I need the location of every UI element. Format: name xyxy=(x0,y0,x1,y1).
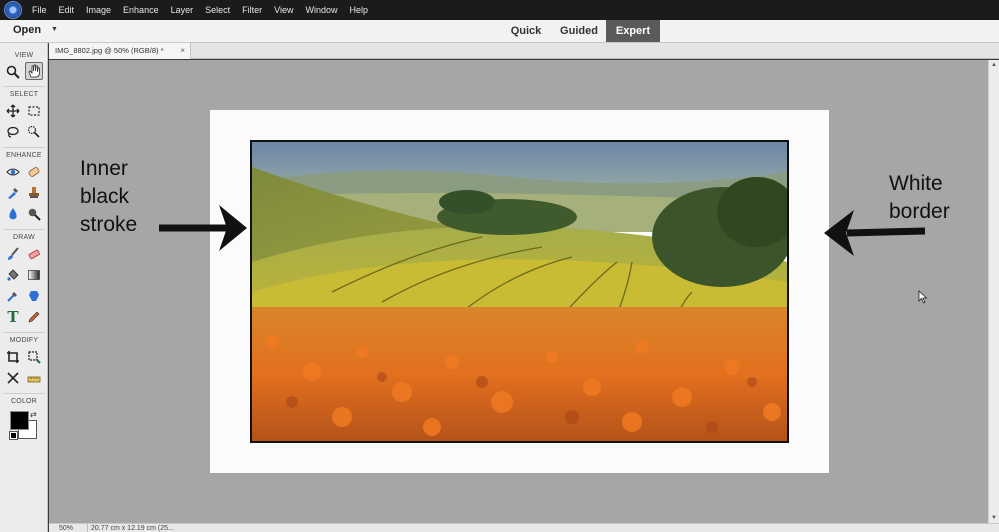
section-select-label: SELECT xyxy=(9,91,39,98)
menu-bar: File Edit Image Enhance Layer Select Fil… xyxy=(0,0,999,20)
crop-tool-icon[interactable] xyxy=(4,348,22,366)
eyedropper-tool-icon[interactable] xyxy=(4,287,22,305)
close-document-icon[interactable]: × xyxy=(180,43,185,59)
open-button[interactable]: Open xyxy=(13,24,41,36)
menu-window[interactable]: Window xyxy=(305,5,337,15)
hand-tool-icon[interactable] xyxy=(25,62,43,80)
pencil-tool-icon[interactable] xyxy=(25,308,43,326)
blur-tool-icon[interactable] xyxy=(4,205,22,223)
section-view-label: VIEW xyxy=(14,52,34,59)
scroll-up-arrow-icon[interactable]: ▲ xyxy=(991,62,997,68)
quick-selection-tool-icon[interactable] xyxy=(25,123,43,141)
section-color-label: COLOR xyxy=(11,398,37,405)
tab-guided[interactable]: Guided xyxy=(553,20,605,42)
divider xyxy=(3,229,45,230)
document-size-info[interactable]: 20.77 cm x 12.19 cm (25... xyxy=(87,524,237,532)
landscape-photo xyxy=(250,140,789,443)
paint-bucket-icon[interactable] xyxy=(4,266,22,284)
tab-expert[interactable]: Expert xyxy=(606,20,660,42)
annotation-line: Inner xyxy=(80,157,128,180)
document-tab-bar: IMG_8802.jpg @ 50% (RGB/8) * × xyxy=(49,43,999,59)
section-draw-label: DRAW xyxy=(13,234,35,241)
annotation-line: black xyxy=(80,185,130,208)
mouse-cursor-icon xyxy=(918,290,928,304)
mode-bar: Open ▼ Quick Guided Expert xyxy=(0,20,999,43)
document-tab[interactable]: IMG_8802.jpg @ 50% (RGB/8) * × xyxy=(49,43,191,59)
divider xyxy=(3,332,45,333)
menu-enhance[interactable]: Enhance xyxy=(123,5,159,15)
default-colors-icon[interactable] xyxy=(9,431,18,440)
menu-filter[interactable]: Filter xyxy=(242,5,262,15)
scroll-down-arrow-icon[interactable]: ▼ xyxy=(991,515,997,521)
annotation-inner-black-stroke: Inner black stroke xyxy=(80,155,137,239)
marquee-tool-icon[interactable] xyxy=(25,102,43,120)
straighten-tool-icon[interactable] xyxy=(25,369,43,387)
menu-file[interactable]: File xyxy=(32,5,47,15)
open-dropdown-caret-icon[interactable]: ▼ xyxy=(51,26,58,33)
app-logo-icon[interactable] xyxy=(4,1,22,19)
foreground-color-swatch[interactable] xyxy=(10,411,29,430)
divider xyxy=(3,393,45,394)
brush-tool-icon[interactable] xyxy=(4,245,22,263)
menu-layer[interactable]: Layer xyxy=(171,5,194,15)
vertical-scrollbar[interactable]: ▲ ▼ xyxy=(988,60,999,523)
eraser-tool-icon[interactable] xyxy=(25,245,43,263)
section-modify-label: MODIFY xyxy=(9,337,39,344)
divider xyxy=(3,86,45,87)
sponge-tool-icon[interactable] xyxy=(25,205,43,223)
swap-colors-icon[interactable]: ⇄ xyxy=(30,410,37,419)
menu-view[interactable]: View xyxy=(274,5,293,15)
content-aware-move-icon[interactable] xyxy=(4,369,22,387)
clone-stamp-icon[interactable] xyxy=(25,184,43,202)
tab-quick[interactable]: Quick xyxy=(505,20,547,42)
zoom-tool-icon[interactable] xyxy=(4,63,22,81)
annotation-line: stroke xyxy=(80,213,138,236)
left-arrow-pointing-right-icon xyxy=(159,205,247,251)
move-tool-icon[interactable] xyxy=(4,102,22,120)
lasso-tool-icon[interactable] xyxy=(4,123,22,141)
divider xyxy=(3,147,45,148)
tools-panel: VIEW SELECT ENHANCE DRAW T MODIFY COLOR … xyxy=(0,43,48,532)
menu-edit[interactable]: Edit xyxy=(59,5,75,15)
smart-brush-icon[interactable] xyxy=(4,184,22,202)
menu-select[interactable]: Select xyxy=(205,5,230,15)
menu-help[interactable]: Help xyxy=(349,5,368,15)
right-arrow-pointing-left-icon xyxy=(824,210,926,256)
document-tab-title: IMG_8802.jpg @ 50% (RGB/8) * xyxy=(55,46,164,55)
annotation-line: White xyxy=(889,172,943,195)
gradient-tool-icon[interactable] xyxy=(25,266,43,284)
recompose-tool-icon[interactable] xyxy=(25,348,43,366)
red-eye-tool-icon[interactable] xyxy=(4,163,22,181)
custom-shape-tool-icon[interactable] xyxy=(25,287,43,305)
status-bar: 50% 20.77 cm x 12.19 cm (25... xyxy=(49,523,999,532)
menu-image[interactable]: Image xyxy=(86,5,111,15)
section-enhance-label: ENHANCE xyxy=(6,152,42,159)
spot-healing-brush-icon[interactable] xyxy=(25,163,43,181)
zoom-level[interactable]: 50% xyxy=(59,524,73,532)
type-tool-icon[interactable]: T xyxy=(4,308,22,326)
